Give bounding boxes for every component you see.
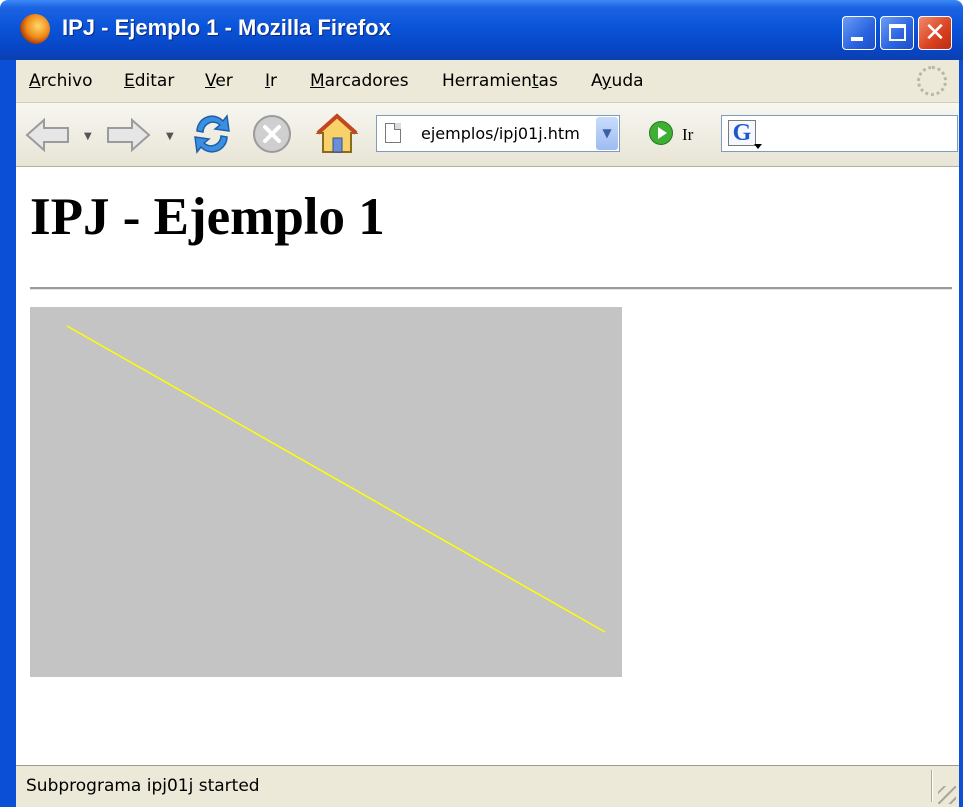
throbber-icon xyxy=(917,66,947,96)
menu-ir[interactable]: Ir xyxy=(265,60,277,102)
close-button[interactable]: ✕ xyxy=(918,16,952,50)
window-frame-right xyxy=(959,60,963,807)
resize-grip-icon[interactable] xyxy=(938,786,956,804)
menu-bar: Archivo Editar Ver Ir Marcadores Herrami… xyxy=(16,60,959,103)
stop-icon[interactable] xyxy=(251,113,293,155)
navigation-toolbar: ▼ ▼ ejemplos/ipj01j.htm ▼ Ir G xyxy=(16,103,959,167)
java-applet-canvas[interactable] xyxy=(30,307,622,677)
window-title: IPJ - Ejemplo 1 - Mozilla Firefox xyxy=(62,15,391,40)
status-separator xyxy=(931,770,933,802)
close-icon: ✕ xyxy=(924,18,946,48)
minimize-button[interactable] xyxy=(842,16,876,50)
back-icon[interactable] xyxy=(24,116,72,154)
menu-editar[interactable]: Editar xyxy=(124,60,174,102)
url-bar[interactable]: ejemplos/ipj01j.htm ▼ xyxy=(376,115,620,152)
url-history-dropdown[interactable]: ▼ xyxy=(596,117,618,150)
minimize-icon xyxy=(851,37,863,41)
menu-ver[interactable]: Ver xyxy=(205,60,233,102)
go-button[interactable]: Ir xyxy=(682,103,693,166)
forward-dropdown-icon[interactable]: ▼ xyxy=(166,131,174,142)
status-text: Subprograma ipj01j started xyxy=(26,776,260,796)
url-input[interactable]: ejemplos/ipj01j.htm xyxy=(421,116,586,151)
maximize-button[interactable] xyxy=(880,16,914,50)
go-icon[interactable] xyxy=(649,121,673,145)
title-bar[interactable]: IPJ - Ejemplo 1 - Mozilla Firefox ✕ xyxy=(0,0,963,60)
applet-drawing xyxy=(66,325,606,633)
menu-herramientas[interactable]: Herramientas xyxy=(442,60,558,102)
menu-archivo[interactable]: Archivo xyxy=(29,60,93,102)
yellow-line xyxy=(66,325,606,633)
window-frame-left xyxy=(0,60,16,807)
reload-icon[interactable] xyxy=(189,111,235,157)
menu-marcadores[interactable]: Marcadores xyxy=(310,60,409,102)
maximize-icon xyxy=(889,24,906,41)
search-bar[interactable]: G xyxy=(721,115,958,152)
menu-ayuda[interactable]: Ayuda xyxy=(591,60,644,102)
page-icon xyxy=(385,123,401,143)
forward-icon[interactable] xyxy=(104,116,152,154)
horizontal-rule xyxy=(30,287,952,290)
firefox-icon xyxy=(20,14,50,44)
status-bar: Subprograma ipj01j started xyxy=(16,765,959,807)
page-heading: IPJ - Ejemplo 1 xyxy=(30,188,385,246)
back-dropdown-icon[interactable]: ▼ xyxy=(84,131,92,142)
google-search-engine-icon[interactable]: G xyxy=(728,120,762,149)
home-icon[interactable] xyxy=(314,111,360,157)
page-content: IPJ - Ejemplo 1 xyxy=(16,167,959,765)
